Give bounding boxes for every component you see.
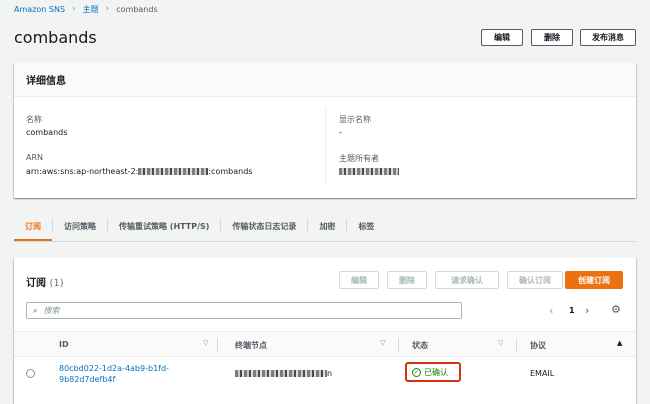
column-id[interactable]: ID bbox=[59, 340, 69, 349]
details-heading: 详细信息 bbox=[14, 63, 636, 97]
status-badge: ✓ 已确认 bbox=[412, 367, 448, 378]
chevron-left-icon[interactable]: ‹ bbox=[549, 304, 553, 317]
tab-delivery-retry-policy[interactable]: 传输重试策略 (HTTP/S) bbox=[108, 212, 220, 240]
breadcrumb-current: combands bbox=[116, 4, 158, 14]
name-label: 名称 bbox=[26, 115, 42, 124]
sort-ascending-icon[interactable]: ▲ bbox=[617, 339, 622, 347]
table-row[interactable]: 80cbd022-1d2a-4ab9-b1fd- 9b82d7defb4f n … bbox=[14, 357, 636, 391]
redacted-account-id bbox=[138, 168, 209, 175]
redacted-endpoint bbox=[235, 370, 327, 377]
create-subscription-button[interactable]: 创建订阅 bbox=[565, 271, 623, 289]
sort-caret-icon[interactable]: ▽ bbox=[498, 339, 503, 347]
search-icon: ⌕ bbox=[33, 305, 38, 315]
column-divider bbox=[325, 107, 326, 183]
tab-tags[interactable]: 标签 bbox=[347, 212, 385, 240]
subscriptions-panel: 订阅 (1) 编辑 删除 请求确认 确认订阅 创建订阅 ⌕ 搜索 ‹ 1 › ⚙… bbox=[14, 258, 636, 404]
sort-caret-icon[interactable]: ▽ bbox=[380, 339, 385, 347]
page-title: combands bbox=[14, 28, 97, 47]
table-header: ID ▽ 终端节点 ▽ 状态 ▽ 协议 ▲ bbox=[14, 331, 636, 357]
chevron-right-icon: › bbox=[105, 4, 110, 14]
tab-subscriptions[interactable]: 订阅 bbox=[14, 212, 52, 242]
name-value: combands bbox=[26, 128, 68, 137]
arn-label: ARN bbox=[26, 153, 44, 162]
search-input[interactable]: ⌕ 搜索 bbox=[26, 302, 462, 319]
page-number[interactable]: 1 bbox=[569, 306, 575, 315]
request-confirmation-button[interactable]: 请求确认 bbox=[435, 271, 499, 289]
subscription-edit-button[interactable]: 编辑 bbox=[339, 271, 379, 289]
delete-button[interactable]: 删除 bbox=[531, 29, 573, 46]
redacted-owner-id bbox=[339, 168, 399, 175]
display-name-value: - bbox=[339, 128, 342, 137]
subscription-delete-button[interactable]: 删除 bbox=[387, 271, 427, 289]
tab-access-policy[interactable]: 访问策略 bbox=[53, 212, 107, 240]
tab-delivery-status-logging[interactable]: 传输状态日志记录 bbox=[221, 212, 307, 240]
subscription-id-line2: 9b82d7defb4f bbox=[59, 375, 116, 384]
chevron-right-icon[interactable]: › bbox=[585, 304, 589, 317]
breadcrumb-sns[interactable]: Amazon SNS bbox=[14, 5, 65, 14]
column-status[interactable]: 状态 bbox=[412, 340, 428, 351]
details-panel: 详细信息 名称 combands ARN arn:aws:sns:ap-nort… bbox=[14, 63, 636, 198]
sort-caret-icon[interactable]: ▽ bbox=[203, 339, 208, 347]
subscription-id-link[interactable]: 80cbd022-1d2a-4ab9-b1fd- 9b82d7defb4f bbox=[59, 363, 169, 385]
check-circle-icon: ✓ bbox=[412, 368, 421, 377]
display-name-label: 显示名称 bbox=[339, 115, 371, 124]
chevron-right-icon: › bbox=[72, 4, 76, 14]
edit-button[interactable]: 编辑 bbox=[481, 29, 523, 46]
subscriptions-count: (1) bbox=[49, 278, 64, 289]
breadcrumb-topics[interactable]: 主题 bbox=[83, 4, 99, 15]
endpoint-suffix: n bbox=[327, 369, 333, 378]
search-placeholder: 搜索 bbox=[43, 306, 60, 315]
row-select-radio[interactable] bbox=[26, 369, 35, 378]
subscription-id-line1: 80cbd022-1d2a-4ab9-b1fd- bbox=[59, 364, 169, 373]
subscriptions-title: 订阅 bbox=[26, 278, 46, 289]
column-endpoint[interactable]: 终端节点 bbox=[235, 340, 267, 351]
endpoint-value: n bbox=[235, 369, 332, 378]
arn-value: arn:aws:sns:ap-northeast-2: :combands bbox=[26, 167, 252, 176]
arn-prefix: arn:aws:sns:ap-northeast-2: bbox=[26, 167, 139, 176]
topic-owner-label: 主题所有者 bbox=[339, 154, 379, 163]
breadcrumb: Amazon SNS › 主题 › combands bbox=[14, 3, 158, 15]
topic-owner-value bbox=[339, 167, 399, 176]
gear-icon[interactable]: ⚙ bbox=[611, 303, 621, 316]
column-divider bbox=[516, 338, 517, 352]
tab-underline bbox=[14, 241, 636, 242]
column-divider bbox=[217, 338, 218, 352]
arn-suffix: :combands bbox=[208, 167, 253, 176]
tab-bar: 订阅 访问策略 传输重试策略 (HTTP/S) 传输状态日志记录 加密 标签 bbox=[14, 212, 385, 242]
publish-message-button[interactable]: 发布消息 bbox=[580, 29, 636, 46]
protocol-value: EMAIL bbox=[530, 369, 555, 378]
status-text: 已确认 bbox=[424, 368, 448, 377]
column-divider bbox=[398, 338, 399, 352]
tab-encryption[interactable]: 加密 bbox=[308, 212, 346, 240]
subscriptions-heading: 订阅 (1) bbox=[26, 274, 64, 289]
column-protocol[interactable]: 协议 bbox=[530, 340, 546, 351]
confirm-subscription-button[interactable]: 确认订阅 bbox=[507, 271, 563, 289]
